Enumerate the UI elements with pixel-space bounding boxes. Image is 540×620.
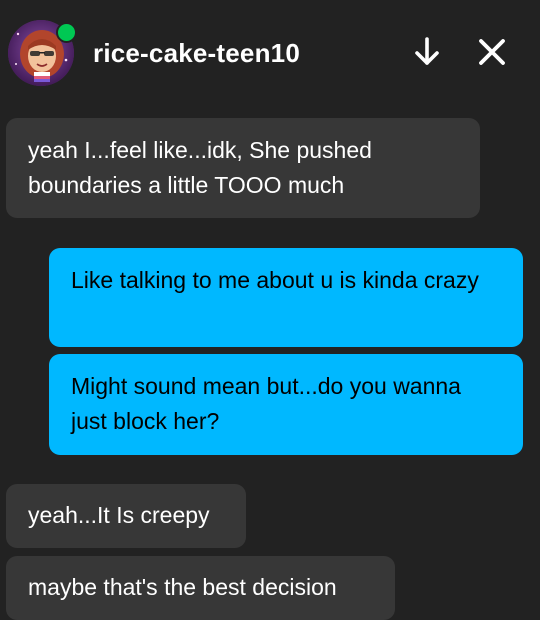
chat-window: rice-cake-teen10 yeah I...feel like...id…	[0, 0, 540, 620]
message-bubble-received[interactable]: yeah I...feel like...idk, She pushed bou…	[6, 118, 480, 218]
message-text: Might sound mean but...do you wanna just…	[71, 373, 461, 434]
message-bubble-sent[interactable]: Might sound mean but...do you wanna just…	[49, 354, 523, 455]
message-text: maybe that's the best decision	[28, 574, 337, 600]
online-status-dot	[56, 22, 77, 43]
chat-header: rice-cake-teen10	[0, 0, 540, 110]
message-text: yeah I...feel like...idk, She pushed bou…	[28, 137, 372, 198]
message-text: yeah...It Is creepy	[28, 502, 210, 528]
message-bubble-sent[interactable]: Like talking to me about u is kinda craz…	[49, 248, 523, 347]
arrow-down-icon	[415, 37, 439, 65]
message-bubble-received[interactable]: yeah...It Is creepy	[6, 484, 246, 548]
chat-username[interactable]: rice-cake-teen10	[93, 38, 300, 69]
message-text: Like talking to me about u is kinda craz…	[71, 267, 479, 293]
close-chat-button[interactable]	[474, 34, 510, 70]
message-bubble-received[interactable]: maybe that's the best decision	[6, 556, 395, 620]
close-icon	[479, 39, 505, 65]
scroll-down-button[interactable]	[409, 34, 445, 70]
